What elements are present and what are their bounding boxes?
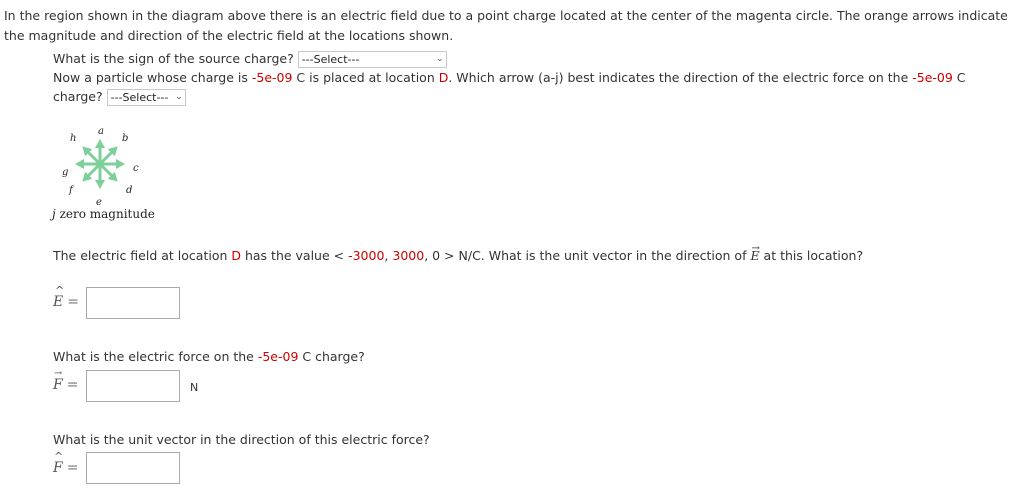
question-source-sign: What is the sign of the source charge? -… [53,49,447,68]
q2-text-1: Now a particle whose charge is [53,70,252,85]
force-input[interactable] [86,370,180,402]
force-unit: N [190,381,199,394]
arrow-a-head [95,139,105,148]
label-h: h [70,133,77,144]
source-sign-select[interactable]: ---Select--- ⌄ [297,51,447,68]
label-f: f [69,185,73,196]
label-c: c [133,163,139,174]
hat-icon: ^ [55,284,65,297]
q3-text-1: The electric field at location [53,248,232,263]
q2-text-3: . Which arrow (a-j) best indicates the d… [448,70,913,85]
hat-icon: ^ [54,450,64,463]
q3-text-4: at this location? [759,248,864,263]
ehat-input[interactable] [86,287,180,319]
ehat-label: ^ E = [53,284,79,310]
arrow-c-head [116,159,125,169]
label-j: j [52,207,56,221]
q2-location: D [438,70,449,85]
q3-text-2: has the value < [241,248,349,263]
label-d: d [126,185,133,196]
source-sign-select-value: ---Select--- [301,53,360,66]
arrow-f-shaft [86,162,102,178]
arrow-d-shaft [98,162,114,178]
q2-charge: -5e-09 [251,70,293,85]
arrow-g-head [75,159,84,169]
question-force-direction: Now a particle whose charge is -5e-09 C … [53,68,973,106]
zero-magnitude-text: zero magnitude [59,207,155,221]
fhat-label: ^ F = [53,450,79,476]
question-unit-vector-e: The electric field at location D has the… [53,243,864,265]
vector-arrow-icon: → [751,243,760,254]
label-a: a [98,126,104,137]
q4-text-2: C charge? [298,349,365,364]
q3-text-3: , 0 > N/C. What is the unit vector in th… [424,248,751,263]
force-letter: F [53,377,63,393]
question-electric-force: What is the electric force on the -5e-09… [53,347,365,366]
q3-location: D [231,248,241,263]
vector-arrow-icon: → [54,368,63,379]
zero-magnitude-label: j zero magnitude [52,207,155,221]
label-b: b [122,133,129,144]
arrow-e-head [95,180,105,189]
arrow-b-shaft [98,150,114,166]
label-g: g [62,167,69,178]
q4-charge: -5e-09 [257,349,299,364]
e-vector-symbol: → E [750,243,759,263]
force-label: → F = [53,368,79,393]
q3-ey: 3000 [392,248,425,263]
force-direction-select-value: ---Select--- [110,91,169,104]
q3-ex: -3000 [348,248,385,263]
q4-text-1: What is the electric force on the [53,349,258,364]
force-direction-select[interactable]: ---Select--- ⌄ [106,89,186,106]
question-force-unit-vector: What is the unit vector in the direction… [53,432,430,447]
q2-text-2: C is placed at location [292,70,439,85]
question-source-sign-text: What is the sign of the source charge? [53,51,294,66]
chevron-down-icon: ⌄ [175,92,183,102]
intro-text: In the region shown in the diagram above… [4,8,1008,43]
arrow-h-shaft [86,150,102,166]
chevron-down-icon: ⌄ [436,54,444,64]
fhat-input[interactable] [86,452,180,484]
q2-charge-2: -5e-09 [912,70,953,85]
